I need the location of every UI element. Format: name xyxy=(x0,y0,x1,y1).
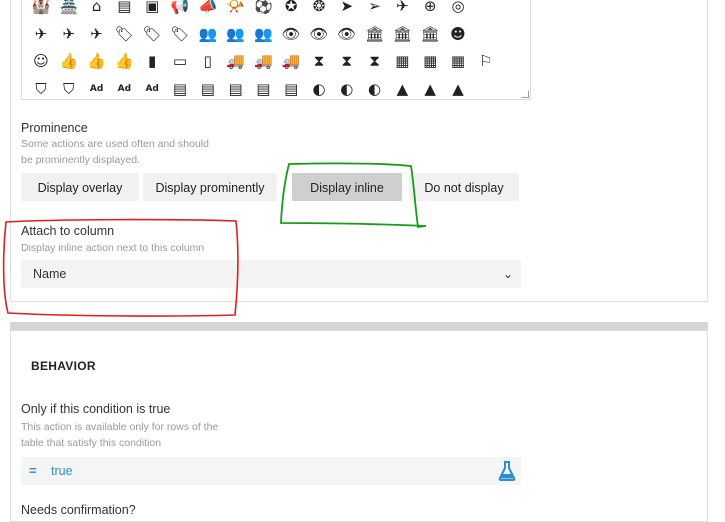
icon-option-icon[interactable]: ◐ xyxy=(336,78,358,100)
expression-equals-icon: = xyxy=(29,463,37,478)
icon-option-icon[interactable]: Ad xyxy=(113,78,135,100)
attach-column-label: Attach to column xyxy=(21,224,115,238)
icon-option-icon[interactable]: Ad xyxy=(86,78,108,100)
prominence-label: Prominence xyxy=(21,121,88,135)
attach-column-value: Name xyxy=(33,267,67,281)
icon-option-icon[interactable]: ◐ xyxy=(364,78,386,100)
icon-picker-grid[interactable]: 🏰 🏯 ⌂ ▤ ▣ 📢 📣 📯 ⚽ ✪ ❂ ➤ ➢ ✈ ⊕ ◎ ✈ ✈ ✈ 🏷 🏷 🏷 👥 👥 👥 👁 👁 👁 🏛 🏛 🏛 ☻ ☺ 👍 👍 👍 ▮ ▭ ▯ 🚚… xyxy=(21,0,531,100)
flask-icon[interactable] xyxy=(497,460,517,482)
icon-option-icon[interactable]: 👥 xyxy=(252,23,274,45)
icon-option-icon[interactable]: Ad xyxy=(141,78,163,100)
icon-option-icon[interactable]: ▤ xyxy=(169,78,191,100)
icon-option-icon[interactable]: ▤ xyxy=(252,78,274,100)
attach-column-help: Display inline action next to this colum… xyxy=(21,242,205,254)
icon-option-icon[interactable]: 👥 xyxy=(225,23,247,45)
icon-option-icon[interactable]: ✈ xyxy=(30,23,52,45)
icon-option-icon[interactable]: 🚚 xyxy=(280,50,302,72)
icon-option-icon[interactable]: 👥 xyxy=(197,23,219,45)
icon-option-icon[interactable]: ✪ xyxy=(280,0,302,17)
icon-option-icon[interactable]: ⛉ xyxy=(58,78,80,100)
icon-option-icon[interactable]: 👍 xyxy=(58,50,80,72)
icon-option-icon[interactable]: 👁 xyxy=(336,23,358,45)
icon-option-icon[interactable]: ✈ xyxy=(86,23,108,45)
icon-option-icon[interactable]: 🏷 xyxy=(169,23,191,45)
icon-option-icon[interactable]: 🏷 xyxy=(141,23,163,45)
resize-grip-icon[interactable] xyxy=(522,91,529,98)
icon-option-icon[interactable]: ☻ xyxy=(447,23,469,45)
condition-value: true xyxy=(51,464,73,478)
condition-label: Only if this condition is true xyxy=(21,402,171,416)
icon-option-icon[interactable]: ▦ xyxy=(391,50,413,72)
icon-option-icon[interactable]: ✈ xyxy=(58,23,80,45)
icon-option-icon[interactable]: ▤ xyxy=(113,0,135,17)
icon-option-icon[interactable]: 👍 xyxy=(113,50,135,72)
icon-option-icon[interactable]: ⧗ xyxy=(308,50,330,72)
icon-option-icon[interactable]: ➢ xyxy=(364,0,386,17)
icon-option-icon[interactable]: ⧗ xyxy=(364,50,386,72)
prominence-help: Some actions are used often and should b… xyxy=(21,138,209,166)
icon-option-icon[interactable]: ▤ xyxy=(225,78,247,100)
icon-option-icon[interactable]: ◎ xyxy=(447,0,469,17)
confirmation-label: Needs confirmation? xyxy=(21,503,136,517)
condition-help: This action is available only for rows o… xyxy=(21,421,219,449)
icon-option-icon[interactable]: ◐ xyxy=(308,78,330,100)
icon-option-icon[interactable]: ➤ xyxy=(336,0,358,17)
icon-option-icon[interactable]: ⌂ xyxy=(86,0,108,17)
icon-option-icon[interactable]: ▣ xyxy=(141,0,163,17)
icon-option-icon[interactable]: 🚚 xyxy=(252,50,274,72)
icon-option-icon[interactable]: ⧗ xyxy=(336,50,358,72)
icon-option-icon[interactable]: ▤ xyxy=(280,78,302,100)
icon-option-icon[interactable]: 👁 xyxy=(308,23,330,45)
attach-column-select[interactable]: Name ⌄ xyxy=(21,260,521,288)
icon-option-icon[interactable]: 📢 xyxy=(169,0,191,17)
behavior-section-title: BEHAVIOR xyxy=(31,359,96,373)
icon-option-icon[interactable]: ⊕ xyxy=(419,0,441,17)
display-inline-button[interactable]: Display inline xyxy=(292,173,402,201)
icon-option-icon[interactable]: ▯ xyxy=(197,50,219,72)
icon-option-icon[interactable]: ▤ xyxy=(197,78,219,100)
icon-option-icon[interactable]: 🏛 xyxy=(419,23,441,45)
icon-option-icon[interactable]: 👍 xyxy=(86,50,108,72)
icon-option-icon[interactable]: ❂ xyxy=(308,0,330,17)
icon-option-icon[interactable]: 🏛 xyxy=(364,23,386,45)
icon-option-icon[interactable]: 📣 xyxy=(197,0,219,17)
icon-option-icon[interactable]: ▲ xyxy=(419,78,441,100)
icon-option-icon[interactable]: 📯 xyxy=(225,0,247,17)
icon-option-icon[interactable]: ▲ xyxy=(447,78,469,100)
display-overlay-button[interactable]: Display overlay xyxy=(21,173,139,201)
action-settings-panel: 🏰 🏯 ⌂ ▤ ▣ 📢 📣 📯 ⚽ ✪ ❂ ➤ ➢ ✈ ⊕ ◎ ✈ ✈ ✈ 🏷 🏷 🏷 👥 👥 👥 👁 👁 👁 🏛 🏛 🏛 ☻ ☺ 👍 👍 👍 ▮ ▭ ▯ 🚚… xyxy=(10,0,708,302)
icon-option-icon[interactable]: 👁 xyxy=(280,23,302,45)
condition-expression-field[interactable]: = true xyxy=(21,457,521,485)
icon-option-icon[interactable]: ▲ xyxy=(391,78,413,100)
do-not-display-button[interactable]: Do not display xyxy=(409,173,519,201)
icon-option-icon[interactable]: ▦ xyxy=(447,50,469,72)
chevron-down-icon: ⌄ xyxy=(502,267,513,281)
icon-option-icon[interactable]: 🏰 xyxy=(30,0,52,17)
icon-option-icon[interactable]: ⚐ xyxy=(475,50,497,72)
icon-option-icon[interactable]: ☺ xyxy=(30,50,52,72)
icon-option-icon[interactable]: ⛉ xyxy=(30,78,52,100)
icon-option-icon[interactable]: ▮ xyxy=(141,50,163,72)
icon-option-icon[interactable]: ✈ xyxy=(391,0,413,17)
icon-option-icon[interactable]: ▦ xyxy=(419,50,441,72)
icon-option-icon[interactable]: 🏛 xyxy=(391,23,413,45)
icon-option-icon[interactable]: ⚽ xyxy=(252,0,274,17)
icon-option-icon[interactable]: 🚚 xyxy=(225,50,247,72)
icon-option-icon[interactable]: ▭ xyxy=(169,50,191,72)
behavior-panel: BEHAVIOR Only if this condition is true … xyxy=(10,322,708,522)
display-prominently-button[interactable]: Display prominently xyxy=(143,173,277,201)
icon-option-icon[interactable]: 🏯 xyxy=(58,0,80,17)
icon-option-icon[interactable]: 🏷 xyxy=(113,23,135,45)
